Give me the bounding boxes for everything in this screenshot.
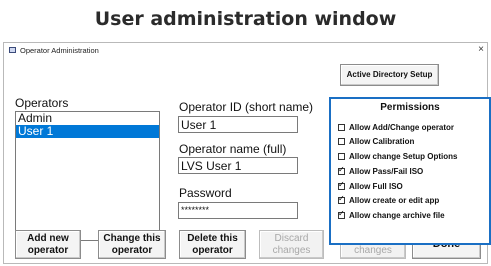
- discard-changes-line2: changes: [272, 244, 311, 256]
- permission-label: Allow Add/Change operator: [349, 123, 455, 132]
- permission-change-archive-file[interactable]: Allow change archive file: [338, 209, 445, 220]
- add-new-operator-line1: Add new: [27, 233, 69, 244]
- permissions-group: Permissions Allow Add/Change operator Al…: [329, 97, 491, 245]
- delete-operator-line2: operator: [192, 244, 233, 256]
- permission-label: Allow create or edit app: [349, 196, 440, 205]
- operator-list-item-user-1[interactable]: User 1: [16, 125, 159, 138]
- permission-label: Allow Pass/Fail ISO: [349, 167, 424, 176]
- add-new-operator-button[interactable]: Add new operator: [15, 230, 81, 259]
- operator-id-input[interactable]: User 1: [178, 116, 298, 133]
- change-operator-line1: Change this: [103, 233, 161, 244]
- operator-id-label: Operator ID (short name): [179, 100, 314, 114]
- checkbox-icon[interactable]: [338, 138, 345, 145]
- operator-name-input[interactable]: LVS User 1: [178, 157, 298, 174]
- app-window-icon: [9, 47, 16, 53]
- delete-operator-button[interactable]: Delete this operator: [179, 230, 246, 259]
- password-label: Password: [179, 186, 232, 200]
- checkbox-checked-icon[interactable]: [338, 209, 345, 219]
- close-icon[interactable]: ×: [478, 44, 484, 55]
- window-title: Operator Administration: [20, 46, 99, 55]
- add-new-operator-line2: operator: [27, 244, 69, 256]
- discard-changes-button[interactable]: Discard changes: [259, 230, 324, 259]
- checkbox-checked-icon[interactable]: [338, 180, 345, 190]
- permission-label: Allow Calibration: [349, 137, 415, 146]
- permission-label: Allow change Setup Options: [349, 152, 458, 161]
- checkbox-checked-icon[interactable]: [338, 194, 345, 204]
- window-titlebar: Operator Administration ×: [4, 43, 487, 59]
- permissions-title: Permissions: [380, 102, 440, 113]
- discard-changes-line1: Discard: [274, 233, 309, 244]
- permission-pass-fail-iso[interactable]: Allow Pass/Fail ISO: [338, 165, 424, 176]
- permission-create-edit-app[interactable]: Allow create or edit app: [338, 194, 440, 205]
- password-input[interactable]: ********: [178, 202, 298, 219]
- permission-calibration[interactable]: Allow Calibration: [338, 137, 414, 146]
- active-directory-setup-button[interactable]: Active Directory Setup: [340, 64, 439, 86]
- checkbox-checked-icon[interactable]: [338, 165, 345, 175]
- checkbox-icon[interactable]: [338, 124, 345, 131]
- operators-label: Operators: [15, 96, 69, 110]
- change-operator-button[interactable]: Change this operator: [98, 230, 166, 259]
- permission-add-change-operator[interactable]: Allow Add/Change operator: [338, 123, 454, 132]
- permission-full-iso[interactable]: Allow Full ISO: [338, 180, 403, 191]
- operator-name-label: Operator name (full): [179, 142, 287, 156]
- permission-label: Allow change archive file: [349, 211, 445, 220]
- operators-list[interactable]: Admin User 1: [15, 111, 160, 241]
- change-operator-line2: operator: [111, 244, 153, 256]
- page-heading: User administration window: [94, 8, 397, 30]
- checkbox-icon[interactable]: [338, 153, 345, 160]
- permission-change-setup-options[interactable]: Allow change Setup Options: [338, 152, 457, 161]
- permission-label: Allow Full ISO: [349, 182, 403, 191]
- delete-operator-line1: Delete this: [187, 233, 238, 244]
